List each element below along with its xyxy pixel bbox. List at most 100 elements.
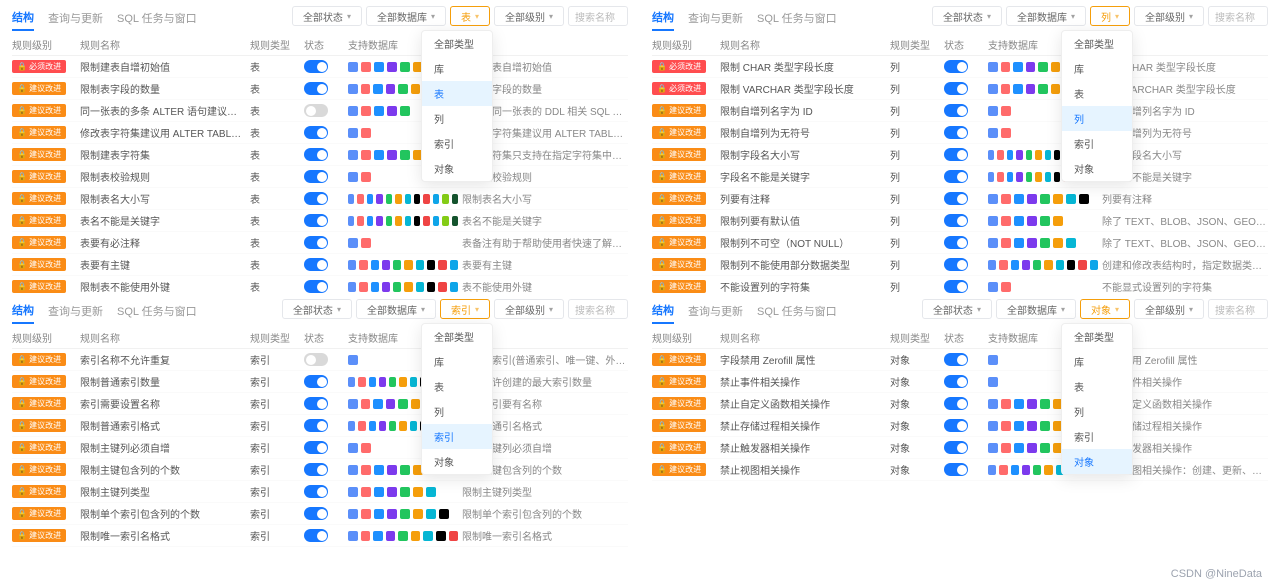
rule-name[interactable]: 限制建表字符集 xyxy=(80,147,246,162)
status-switch[interactable] xyxy=(944,104,968,117)
rule-name[interactable]: 索引名称不允许重复 xyxy=(80,352,246,367)
status-switch[interactable] xyxy=(944,236,968,249)
type-dropdown[interactable]: 全部类型库表列索引对象 xyxy=(1061,30,1133,182)
tab-2[interactable]: SQL 任务与窗口 xyxy=(757,6,837,30)
rule-name[interactable]: 禁止存储过程相关操作 xyxy=(720,418,886,433)
type-option[interactable]: 列 xyxy=(1062,106,1132,131)
rule-name[interactable]: 限制列不可空（NOT NULL） xyxy=(720,235,886,250)
type-option[interactable]: 库 xyxy=(1062,349,1132,374)
type-option[interactable]: 列 xyxy=(422,399,492,424)
type-option[interactable]: 表 xyxy=(1062,374,1132,399)
type-option[interactable]: 库 xyxy=(422,56,492,81)
type-dropdown[interactable]: 全部类型库表列索引对象 xyxy=(421,323,493,475)
status-switch[interactable] xyxy=(304,280,328,293)
status-switch[interactable] xyxy=(944,258,968,271)
type-filter[interactable]: 对象▾ xyxy=(1080,299,1130,319)
rule-name[interactable]: 限制 CHAR 类型字段长度 xyxy=(720,59,886,74)
tab-0[interactable]: 结构 xyxy=(12,298,34,324)
rule-name[interactable]: 限制 VARCHAR 类型字段长度 xyxy=(720,81,886,96)
rule-name[interactable]: 限制表字段的数量 xyxy=(80,81,246,96)
status-switch[interactable] xyxy=(304,419,328,432)
rule-name[interactable]: 索引需要设置名称 xyxy=(80,396,246,411)
rule-name[interactable]: 限制主键列类型 xyxy=(80,484,246,499)
type-option[interactable]: 索引 xyxy=(422,424,492,449)
search-input[interactable]: 搜索名称 xyxy=(568,6,628,26)
type-option[interactable]: 列 xyxy=(422,106,492,131)
status-switch[interactable] xyxy=(944,441,968,454)
type-option[interactable]: 全部类型 xyxy=(422,324,492,349)
db-filter[interactable]: 全部数据库▾ xyxy=(366,6,446,26)
status-filter[interactable]: 全部状态▾ xyxy=(922,299,992,319)
db-filter[interactable]: 全部数据库▾ xyxy=(996,299,1076,319)
status-switch[interactable] xyxy=(944,170,968,183)
status-switch[interactable] xyxy=(304,485,328,498)
rule-name[interactable]: 限制唯一索引名格式 xyxy=(80,528,246,543)
rule-name[interactable]: 修改表字符集建议用 ALTER TABLE CONVERT 语法 xyxy=(80,125,246,140)
type-option[interactable]: 索引 xyxy=(1062,131,1132,156)
status-switch[interactable] xyxy=(304,170,328,183)
rule-name[interactable]: 字段名不能是关键字 xyxy=(720,169,886,184)
rule-name[interactable]: 限制表名大小写 xyxy=(80,191,246,206)
status-switch[interactable] xyxy=(944,192,968,205)
rule-name[interactable]: 限制单个索引包含列的个数 xyxy=(80,506,246,521)
status-switch[interactable] xyxy=(304,397,328,410)
status-switch[interactable] xyxy=(304,104,328,117)
status-switch[interactable] xyxy=(304,463,328,476)
db-filter[interactable]: 全部数据库▾ xyxy=(1006,6,1086,26)
type-dropdown[interactable]: 全部类型库表列索引对象 xyxy=(421,30,493,182)
rule-name[interactable]: 字段禁用 Zerofill 属性 xyxy=(720,352,886,367)
status-switch[interactable] xyxy=(304,60,328,73)
search-input[interactable]: 搜索名称 xyxy=(1208,299,1268,319)
rule-name[interactable]: 表要有主键 xyxy=(80,257,246,272)
status-switch[interactable] xyxy=(944,397,968,410)
level-filter[interactable]: 全部级别▾ xyxy=(494,299,564,319)
level-filter[interactable]: 全部级别▾ xyxy=(494,6,564,26)
tab-2[interactable]: SQL 任务与窗口 xyxy=(117,299,197,323)
rule-name[interactable]: 禁止自定义函数相关操作 xyxy=(720,396,886,411)
rule-name[interactable]: 表要有必注释 xyxy=(80,235,246,250)
status-switch[interactable] xyxy=(304,507,328,520)
tab-1[interactable]: 查询与更新 xyxy=(688,6,743,30)
rule-name[interactable]: 禁止视图相关操作 xyxy=(720,462,886,477)
type-option[interactable]: 对象 xyxy=(422,449,492,474)
level-filter[interactable]: 全部级别▾ xyxy=(1134,299,1204,319)
rule-name[interactable]: 禁止触发器相关操作 xyxy=(720,440,886,455)
search-input[interactable]: 搜索名称 xyxy=(1208,6,1268,26)
tab-0[interactable]: 结构 xyxy=(652,5,674,31)
rule-name[interactable]: 限制字段名大小写 xyxy=(720,147,886,162)
status-switch[interactable] xyxy=(304,258,328,271)
rule-name[interactable]: 列要有注释 xyxy=(720,191,886,206)
db-filter[interactable]: 全部数据库▾ xyxy=(356,299,436,319)
type-option[interactable]: 索引 xyxy=(1062,424,1132,449)
type-option[interactable]: 全部类型 xyxy=(1062,324,1132,349)
tab-2[interactable]: SQL 任务与窗口 xyxy=(757,299,837,323)
rule-name[interactable]: 同一张表的多条 ALTER 语句建议合为一条 xyxy=(80,103,246,118)
type-option[interactable]: 对象 xyxy=(1062,449,1132,474)
rule-name[interactable]: 限制表校验规则 xyxy=(80,169,246,184)
type-option[interactable]: 索引 xyxy=(422,131,492,156)
type-option[interactable]: 全部类型 xyxy=(1062,31,1132,56)
status-switch[interactable] xyxy=(304,375,328,388)
status-switch[interactable] xyxy=(304,82,328,95)
status-switch[interactable] xyxy=(944,148,968,161)
level-filter[interactable]: 全部级别▾ xyxy=(1134,6,1204,26)
rule-name[interactable]: 限制列不能使用部分数据类型 xyxy=(720,257,886,272)
status-switch[interactable] xyxy=(944,280,968,293)
type-option[interactable]: 表 xyxy=(422,81,492,106)
status-switch[interactable] xyxy=(304,192,328,205)
tab-1[interactable]: 查询与更新 xyxy=(48,299,103,323)
status-switch[interactable] xyxy=(944,419,968,432)
status-switch[interactable] xyxy=(304,353,328,366)
rule-name[interactable]: 限制表不能使用外键 xyxy=(80,279,246,293)
rule-name[interactable]: 限制普通索引数量 xyxy=(80,374,246,389)
status-switch[interactable] xyxy=(304,214,328,227)
rule-name[interactable]: 禁止事件相关操作 xyxy=(720,374,886,389)
type-option[interactable]: 表 xyxy=(422,374,492,399)
rule-name[interactable]: 限制自增列名字为 ID xyxy=(720,103,886,118)
status-filter[interactable]: 全部状态▾ xyxy=(292,6,362,26)
tab-1[interactable]: 查询与更新 xyxy=(688,299,743,323)
status-switch[interactable] xyxy=(944,82,968,95)
status-switch[interactable] xyxy=(944,375,968,388)
rule-name[interactable]: 限制列要有默认值 xyxy=(720,213,886,228)
tab-0[interactable]: 结构 xyxy=(652,298,674,324)
